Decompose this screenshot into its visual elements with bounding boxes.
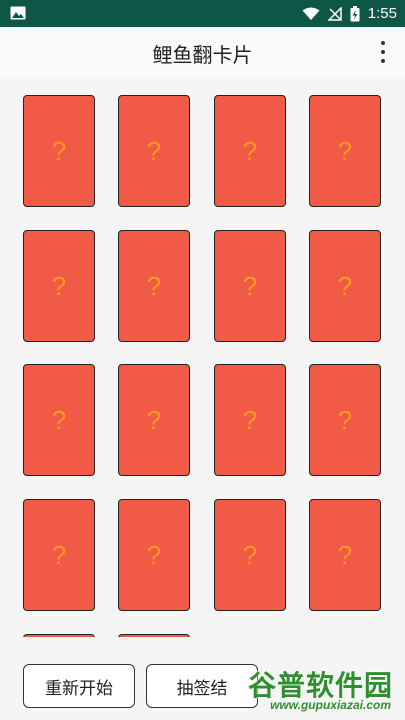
card-back[interactable]: ?	[23, 230, 95, 342]
bottom-bar: 重新开始 抽签结 谷普软件园 www.gupuxiazai.com	[0, 637, 405, 720]
card-grid: ? ? ? ? ? ? ? ? ? ? ? ? ? ? ? ? ? ?	[0, 77, 405, 637]
status-time: 1:55	[367, 5, 397, 22]
signal-off-icon	[327, 6, 342, 21]
image-icon	[10, 6, 26, 20]
card-back[interactable]: ?	[214, 230, 286, 342]
status-bar: 1:55	[0, 0, 405, 27]
watermark-logo: 谷普软件园 www.gupuxiazai.com	[209, 664, 399, 716]
battery-charging-icon	[350, 5, 360, 21]
restart-button[interactable]: 重新开始	[23, 664, 135, 708]
card-back[interactable]: ?	[118, 499, 190, 611]
card-back[interactable]: ?	[118, 95, 190, 207]
app-bar: 鲤鱼翻卡片	[0, 27, 405, 77]
status-icons: 1:55	[302, 0, 397, 27]
card-back[interactable]: ?	[23, 499, 95, 611]
card-back[interactable]: ?	[118, 230, 190, 342]
card-back[interactable]: ?	[214, 364, 286, 476]
card-back[interactable]: ?	[309, 230, 381, 342]
more-vert-icon[interactable]	[373, 39, 393, 65]
card-back[interactable]: ?	[309, 95, 381, 207]
card-back[interactable]: ?	[309, 364, 381, 476]
card-back[interactable]: ?	[23, 95, 95, 207]
card-back[interactable]: ?	[214, 95, 286, 207]
card-back[interactable]: ?	[118, 364, 190, 476]
page-title: 鲤鱼翻卡片	[152, 43, 253, 67]
wifi-icon	[302, 7, 320, 20]
card-back[interactable]: ?	[23, 364, 95, 476]
watermark-url: www.gupuxiazai.com	[270, 698, 391, 712]
card-back[interactable]: ?	[214, 499, 286, 611]
card-back[interactable]: ?	[309, 499, 381, 611]
